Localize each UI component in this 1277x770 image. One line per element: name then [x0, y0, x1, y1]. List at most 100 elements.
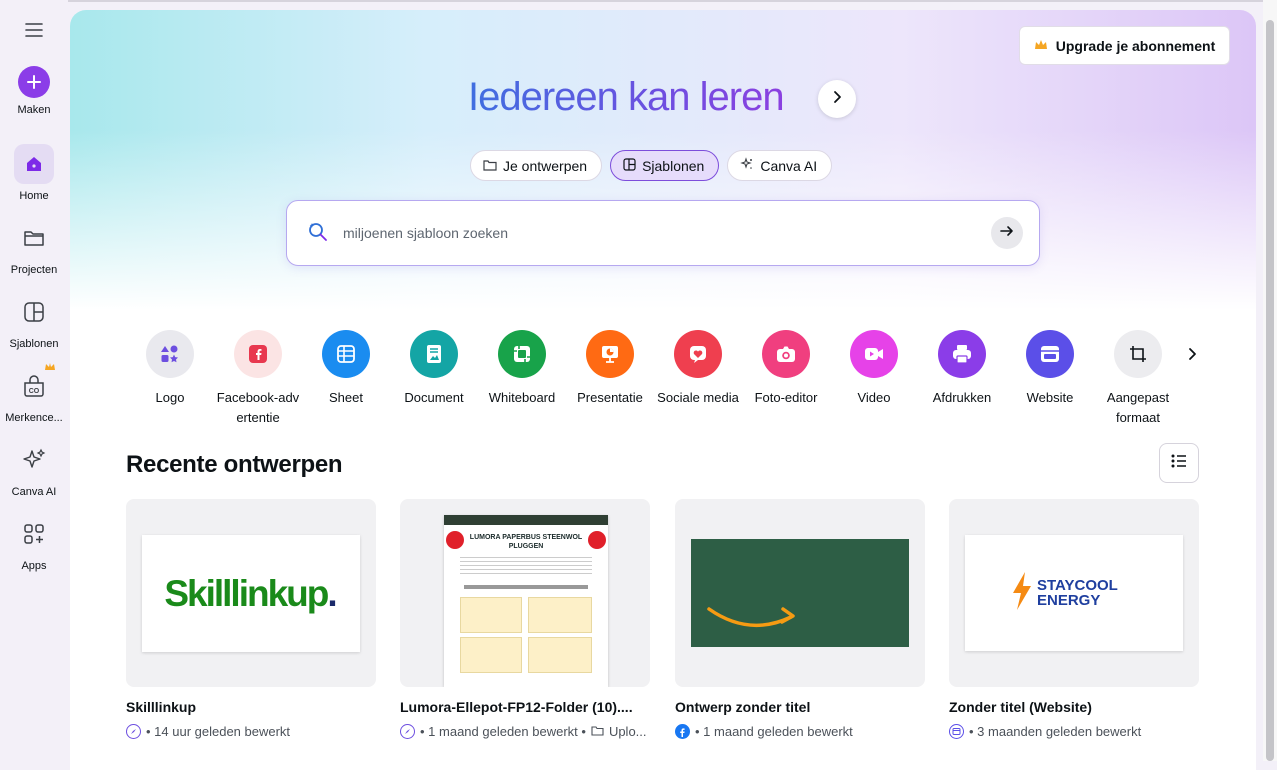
- crown-icon: [1034, 38, 1048, 54]
- upgrade-label: Upgrade je abonnement: [1055, 37, 1216, 54]
- design-meta: • 14 uur geleden bewerkt: [126, 724, 376, 739]
- page-scrollbar-thumb[interactable]: [1266, 20, 1274, 761]
- shortcut-whiteboard[interactable]: Whiteboard: [478, 330, 566, 408]
- search-mode-tabs: Je ontwerpen Sjablonen Canva AI: [470, 150, 833, 181]
- shortcut-logo[interactable]: Logo: [126, 330, 214, 408]
- shortcut-document[interactable]: Document: [390, 330, 478, 408]
- design-thumbnail[interactable]: [675, 499, 925, 687]
- search-submit-button[interactable]: [991, 217, 1023, 249]
- sidebar-item-label: Home: [19, 190, 49, 202]
- sidebar-item-projecten[interactable]: Projecten: [0, 218, 68, 276]
- shortcut-label: Document: [404, 390, 464, 405]
- facebook-ad-icon: [234, 330, 282, 378]
- main-content: Upgrade je abonnement Iedereen kan leren…: [70, 10, 1256, 770]
- tab-sjablonen[interactable]: Sjablonen: [610, 150, 720, 181]
- design-title[interactable]: Zonder titel (Website): [949, 699, 1199, 715]
- design-meta: • 1 maand geleden bewerkt • Uplo...: [400, 724, 650, 739]
- sidebar-item-label: Sjablonen: [9, 338, 59, 350]
- shortcut-video[interactable]: Video: [830, 330, 918, 408]
- edited-time: • 14 uur geleden bewerkt: [146, 724, 291, 739]
- custom-size-icon: [1114, 330, 1162, 378]
- sparkle-icon: [740, 157, 754, 174]
- shortcut-label: Video: [857, 390, 891, 405]
- design-title[interactable]: Ontwerp zonder titel: [675, 699, 925, 715]
- recent-designs-title: Recente ontwerpen: [126, 451, 343, 478]
- design-thumbnail[interactable]: STAYCOOL ENERGY: [949, 499, 1199, 687]
- recent-design-card[interactable]: STAYCOOL ENERGY Zonder titel (Website) •…: [949, 499, 1199, 739]
- recent-design-card[interactable]: Skilllinkup. Skilllinkup • 14 uur gelede…: [126, 499, 376, 739]
- sidebar: Maken Home Projecten Sjablonen CO Merken…: [0, 0, 68, 761]
- shortcut-sheet[interactable]: Sheet: [302, 330, 390, 408]
- sidebar-item-sjablonen[interactable]: Sjablonen: [0, 292, 68, 350]
- chevron-right-icon: [1186, 347, 1198, 366]
- template-icon: [623, 157, 636, 174]
- template-icon: [14, 292, 54, 332]
- plus-icon: [18, 66, 50, 98]
- website-icon: [949, 724, 964, 739]
- recent-design-card[interactable]: LUMORA PAPERBUS STEENWOL PLUGGEN Lumora-…: [400, 499, 650, 739]
- design-thumbnail[interactable]: Skilllinkup.: [126, 499, 376, 687]
- design-thumbnail[interactable]: LUMORA PAPERBUS STEENWOL PLUGGEN: [400, 499, 650, 687]
- sidebar-item-maken[interactable]: Maken: [0, 66, 68, 116]
- crown-icon: [44, 362, 56, 375]
- svg-text:CO: CO: [29, 388, 40, 395]
- shortcut-presentatie[interactable]: Presentatie: [566, 330, 654, 408]
- thumbnail-text: LUMORA PAPERBUS STEENWOL PLUGGEN: [469, 534, 583, 550]
- compass-icon: [126, 724, 141, 739]
- headline-next-button[interactable]: [818, 80, 856, 118]
- search-input[interactable]: [341, 224, 991, 242]
- brand-icon: CO: [14, 363, 55, 406]
- design-meta: • 3 maanden geleden bewerkt: [949, 724, 1199, 739]
- shortcut-label: Sheet: [329, 390, 363, 405]
- sidebar-item-label: Projecten: [10, 264, 58, 276]
- tab-label: Canva AI: [760, 157, 818, 174]
- list-icon: [1170, 453, 1188, 474]
- menu-icon[interactable]: [22, 20, 46, 40]
- sidebar-item-label: Merkence...: [5, 412, 63, 424]
- tab-canva-ai[interactable]: Canva AI: [727, 150, 833, 181]
- sparkle-icon: [14, 440, 54, 480]
- shortcut-afdrukken[interactable]: Afdrukken: [918, 330, 1006, 408]
- printer-icon: [938, 330, 986, 378]
- design-title[interactable]: Skilllinkup: [126, 699, 376, 715]
- sidebar-item-label: Maken: [17, 104, 51, 116]
- shortcut-facebook-advertentie[interactable]: Facebook-advertentie: [214, 330, 302, 428]
- presentation-icon: [586, 330, 634, 378]
- edited-time: • 3 maanden geleden bewerkt: [969, 724, 1142, 739]
- design-meta: • 1 maand geleden bewerkt: [675, 724, 925, 739]
- tab-label: Sjablonen: [642, 157, 705, 174]
- shortcut-foto-editor[interactable]: Foto-editor: [742, 330, 830, 408]
- sidebar-item-apps[interactable]: Apps: [0, 514, 68, 572]
- sidebar-item-home[interactable]: Home: [0, 144, 68, 202]
- design-type-shortcuts: Logo Facebook-advertentie Sheet Document…: [126, 330, 1216, 440]
- upgrade-button[interactable]: Upgrade je abonnement: [1019, 26, 1230, 65]
- sidebar-item-label: Canva AI: [11, 486, 57, 498]
- heart-icon: [674, 330, 722, 378]
- sheet-icon: [322, 330, 370, 378]
- page-headline: Iedereen kan leren: [468, 72, 785, 122]
- shortcut-label: Presentatie: [577, 390, 643, 405]
- sidebar-item-merkencentrum[interactable]: CO Merkence...: [0, 363, 68, 424]
- logo-icon: [146, 330, 194, 378]
- shortcuts-next-button[interactable]: [1180, 344, 1204, 368]
- shortcut-website[interactable]: Website: [1006, 330, 1094, 408]
- chevron-right-icon: [830, 90, 844, 109]
- shortcut-label: Website: [1026, 390, 1074, 405]
- list-view-button[interactable]: [1159, 443, 1199, 483]
- shortcut-sociale-media[interactable]: Sociale media: [654, 330, 742, 408]
- shortcut-label: Foto-editor: [754, 390, 818, 405]
- shortcut-aangepast-formaat[interactable]: Aangepast formaat: [1094, 330, 1182, 428]
- folder-icon: [591, 724, 604, 739]
- lightning-icon: [1011, 571, 1033, 616]
- sidebar-item-canva-ai[interactable]: Canva AI: [0, 440, 68, 498]
- recent-design-card[interactable]: Ontwerp zonder titel • 1 maand geleden b…: [675, 499, 925, 739]
- thumbnail-text: STAYCOOL ENERGY: [1037, 577, 1118, 609]
- shortcut-label: Logo: [155, 390, 185, 405]
- arrow-right-icon: [999, 223, 1015, 244]
- design-title[interactable]: Lumora-Ellepot-FP12-Folder (10)....: [400, 699, 650, 715]
- tab-je-ontwerpen[interactable]: Je ontwerpen: [470, 150, 603, 181]
- search-bar: [286, 200, 1040, 266]
- edited-time: • 1 maand geleden bewerkt: [695, 724, 853, 739]
- folder-name[interactable]: Uplo...: [609, 724, 647, 739]
- home-icon: [14, 144, 54, 184]
